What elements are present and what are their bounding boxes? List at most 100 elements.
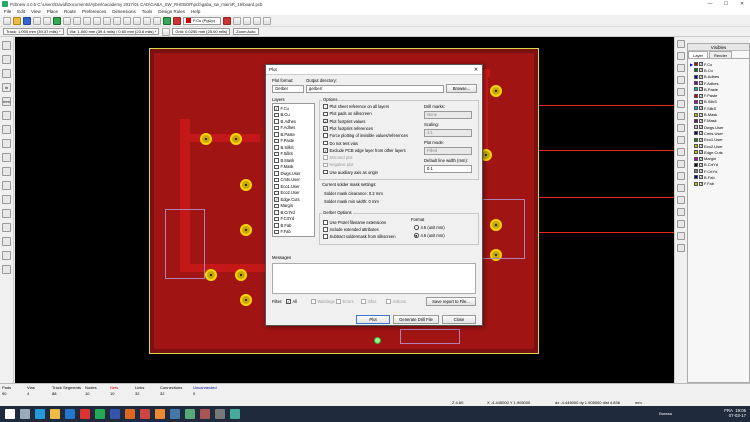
app-icon[interactable]	[215, 409, 225, 419]
checkbox-box[interactable]	[274, 119, 279, 124]
word-icon[interactable]	[110, 409, 120, 419]
desktop-label[interactable]: Bureau	[659, 411, 672, 416]
checkbox-box[interactable]	[311, 299, 316, 304]
checkbox-box[interactable]	[361, 299, 366, 304]
layer-color-swatch[interactable]	[694, 169, 698, 174]
checkbox-box[interactable]	[274, 158, 279, 163]
page-settings-icon[interactable]	[33, 16, 41, 25]
layer-pair-icon[interactable]	[223, 16, 231, 25]
grid-toggle-icon[interactable]	[2, 55, 11, 64]
zoom-select[interactable]: Zoom Auto	[233, 28, 259, 35]
filter-checkbox[interactable]: Actions	[386, 299, 406, 304]
dialog-close-icon[interactable]: ✕	[470, 67, 482, 73]
select-arrow-icon[interactable]	[676, 40, 685, 48]
menu-preferences[interactable]: Preferences	[82, 9, 106, 14]
filter-checkbox[interactable]: ✓ All	[286, 299, 297, 304]
layer-visibility-checkbox[interactable]: ✓	[699, 175, 703, 180]
track-mode-icon[interactable]	[253, 16, 261, 25]
app-icon[interactable]	[230, 409, 240, 419]
layer-row[interactable]: ✓ F.Fab	[690, 181, 747, 187]
zoom-fit-icon[interactable]	[133, 16, 141, 25]
layer-visibility-checkbox[interactable]: ✓	[699, 131, 703, 136]
checkbox-box[interactable]	[274, 145, 279, 150]
scaling-select[interactable]: 1:1	[424, 129, 472, 137]
filter-checkbox[interactable]: Warnings	[311, 299, 335, 304]
excel-icon[interactable]	[95, 409, 105, 419]
checkbox-box[interactable]	[274, 132, 279, 137]
option-checkbox[interactable]: Force plotting of invisible values/refer…	[323, 133, 408, 138]
checkbox-box[interactable]	[323, 155, 328, 160]
close-window-button[interactable]: ✕	[734, 0, 750, 8]
edge-browser-icon[interactable]	[35, 409, 45, 419]
option-checkbox[interactable]: Use auxiliary axis as origin	[323, 170, 378, 175]
checkbox-box[interactable]	[274, 151, 279, 156]
polar-coords-icon[interactable]	[2, 69, 11, 78]
option-checkbox[interactable]: ✓ Exclude PCB edge layer from other layer…	[323, 148, 406, 153]
tab-layer[interactable]: Layer	[688, 51, 709, 58]
plot-icon[interactable]	[93, 16, 101, 25]
radio-circle[interactable]	[414, 225, 419, 230]
option-checkbox[interactable]: Do not tent vias	[323, 141, 358, 146]
layer-color-swatch[interactable]	[694, 93, 698, 98]
checkbox-box[interactable]	[323, 220, 328, 225]
find-icon[interactable]	[153, 16, 161, 25]
open-folder-icon[interactable]	[13, 16, 21, 25]
gerber-option-checkbox[interactable]: Include extended attributes	[323, 227, 379, 232]
menu-edit[interactable]: Edit	[17, 9, 25, 14]
microwave-toolbar-icon[interactable]	[2, 265, 11, 274]
highlight-net-icon[interactable]	[676, 52, 685, 60]
drill-marks-select[interactable]: None	[424, 111, 472, 119]
checkbox-box[interactable]	[274, 184, 279, 189]
vias-sketch-icon[interactable]	[2, 209, 11, 218]
layer-color-swatch[interactable]	[694, 99, 698, 104]
layers-manager-icon[interactable]	[2, 251, 11, 260]
zoom-out-icon[interactable]	[123, 16, 131, 25]
format-radio[interactable]: ● 4.6 (unit mm)	[414, 233, 445, 238]
menu-route[interactable]: Route	[64, 9, 76, 14]
print-icon[interactable]	[83, 16, 91, 25]
checkbox-box[interactable]	[336, 299, 341, 304]
footprint-editor-icon[interactable]	[53, 16, 61, 25]
pcbnew-taskbar-icon[interactable]	[200, 409, 210, 419]
kicad-icon[interactable]	[185, 409, 195, 419]
checkbox-box[interactable]	[274, 190, 279, 195]
units-inch-icon[interactable]: in	[2, 83, 11, 92]
route-track-icon[interactable]	[676, 88, 685, 96]
layer-visibility-checkbox[interactable]: ✓	[699, 169, 703, 174]
high-contrast-icon[interactable]	[2, 237, 11, 246]
module-ratsnest-icon[interactable]	[2, 139, 11, 148]
tab-render[interactable]: Render	[709, 51, 733, 58]
module-mode-icon[interactable]	[243, 16, 251, 25]
checkbox-box[interactable]: ✓	[274, 197, 279, 202]
layer-visibility-checkbox[interactable]: ✓	[699, 112, 703, 117]
clock-date[interactable]: 07-03-17	[729, 413, 746, 418]
layer-color-swatch[interactable]	[694, 156, 698, 161]
auto-delete-track-icon[interactable]	[2, 153, 11, 162]
add-dimension-icon[interactable]	[676, 184, 685, 192]
menu-place[interactable]: Place	[47, 9, 58, 14]
checkbox-box[interactable]: ✓	[323, 126, 328, 131]
checkbox-box[interactable]	[386, 299, 391, 304]
zoom-in-icon[interactable]	[113, 16, 121, 25]
checkbox-box[interactable]	[274, 210, 279, 215]
windows-start-icon[interactable]	[5, 409, 15, 419]
pads-sketch-icon[interactable]	[2, 195, 11, 204]
layer-visibility-checkbox[interactable]: ✓	[699, 181, 703, 186]
save-icon[interactable]	[23, 16, 31, 25]
layer-color-swatch[interactable]	[694, 175, 698, 180]
layer-visibility-checkbox[interactable]: ✓	[699, 99, 703, 104]
filter-checkbox[interactable]: Infos	[361, 299, 376, 304]
layer-visibility-checkbox[interactable]: ✓	[699, 125, 703, 130]
checkbox-box[interactable]	[323, 140, 328, 146]
checkbox-box[interactable]	[323, 227, 328, 232]
checkbox-box[interactable]	[274, 171, 279, 176]
netlist-icon[interactable]	[163, 16, 171, 25]
minimize-button[interactable]: —	[702, 0, 718, 8]
plot-format-select[interactable]: Gerber	[272, 85, 304, 93]
layer-color-swatch[interactable]	[694, 106, 698, 111]
menu-help[interactable]: Help	[191, 9, 200, 14]
track-width-select[interactable]: Track: 1.000 mm (39.37 mils) *	[3, 28, 64, 35]
add-circle-icon[interactable]	[676, 148, 685, 156]
auto-track-width-icon[interactable]	[162, 27, 171, 36]
layer-visibility-checkbox[interactable]: ✓	[699, 162, 703, 167]
